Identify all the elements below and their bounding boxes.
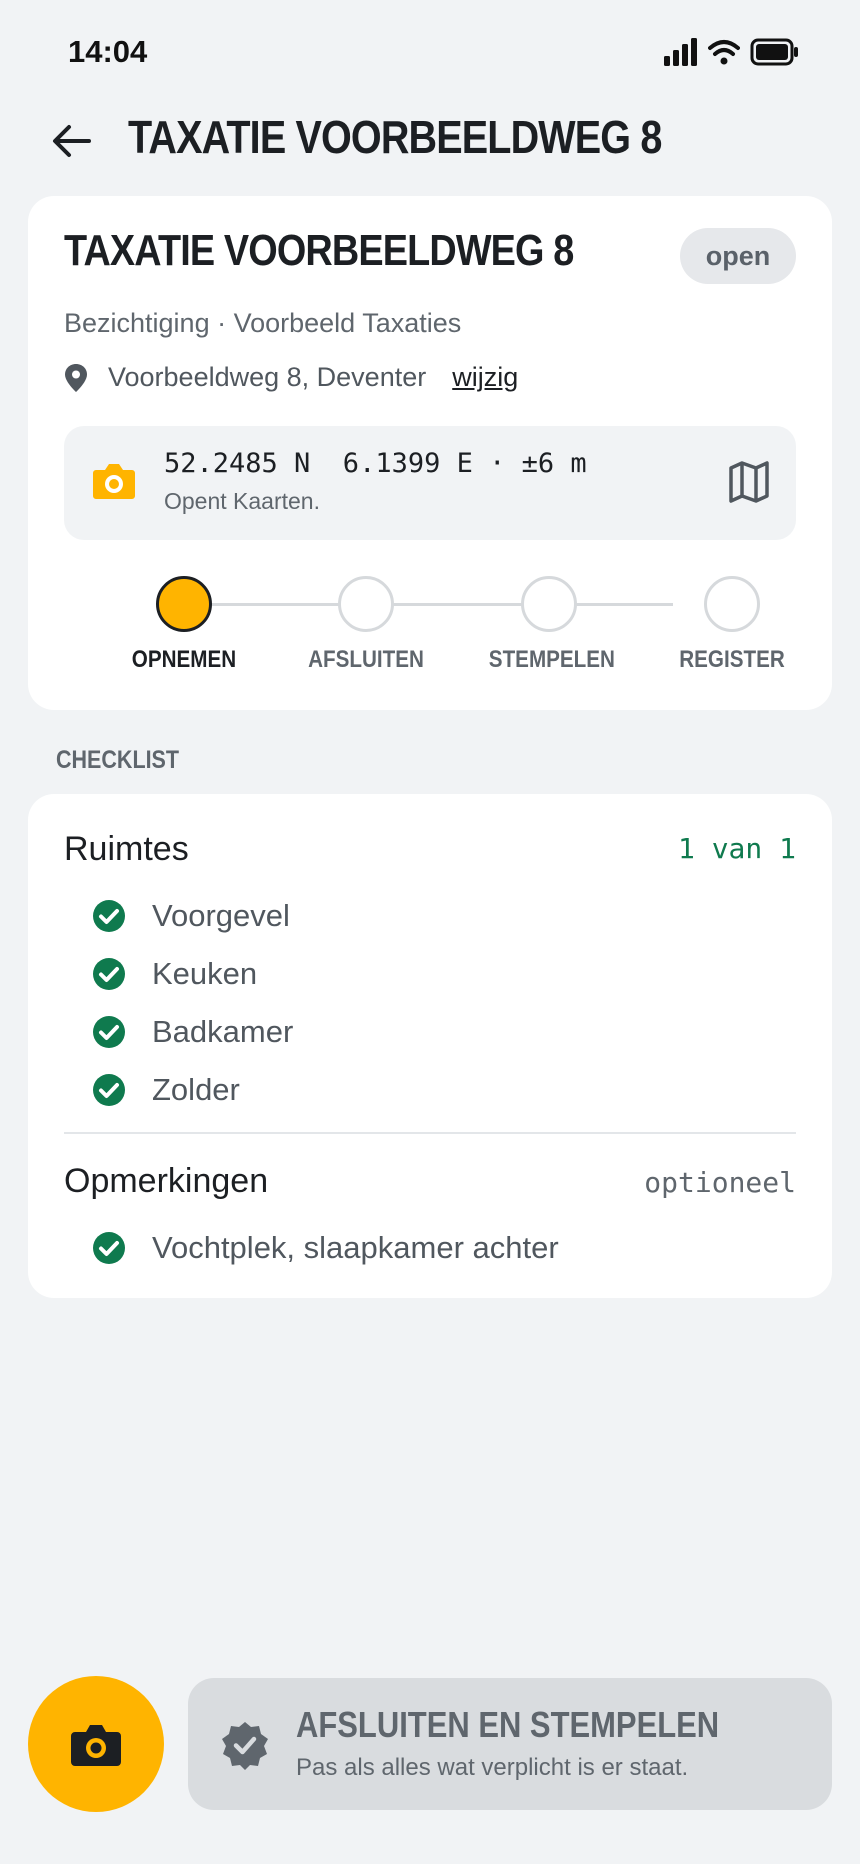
step-label: STEMPELEN <box>488 646 615 673</box>
check-circle-icon <box>93 1016 125 1048</box>
gps-coordinates: 52.2485 N 6.1399 E · ±6 m <box>164 448 587 479</box>
list-item[interactable]: Voorgevel <box>92 898 290 934</box>
camera-icon <box>71 1725 121 1766</box>
page-title: TAXATIE VOORBEELDWEG 8 <box>128 111 662 163</box>
status-badge: open <box>680 228 796 284</box>
list-item-label: Voorgevel <box>152 898 290 933</box>
remarks-optional-label: optioneel <box>644 1166 796 1199</box>
camera-button[interactable] <box>28 1676 164 1812</box>
progress-stepper: OPNEMEN AFSLUITEN STEMPELEN REGISTER <box>28 576 832 686</box>
checklist-card: Ruimtes 1 van 1 Voorgevel Keuken Badkame… <box>28 794 832 1298</box>
list-item-label: Keuken <box>152 956 258 991</box>
list-item[interactable]: Keuken <box>92 956 257 992</box>
close-and-stamp-button[interactable]: AFSLUITEN EN STEMPELEN Pas als alles wat… <box>188 1678 832 1810</box>
back-button[interactable] <box>44 114 98 168</box>
card-subtitle: Bezichtiging · Voorbeeld Taxaties <box>64 308 462 338</box>
list-item-label: Badkamer <box>152 1014 294 1049</box>
gps-note: Opent Kaarten. <box>164 488 320 514</box>
wifi-icon <box>708 40 740 65</box>
camera-icon <box>93 464 135 499</box>
taxation-card: TAXATIE VOORBEELDWEG 8 open Bezichtiging… <box>28 196 832 710</box>
step-register[interactable]: REGISTER <box>662 576 802 674</box>
step-dot-active <box>156 576 212 632</box>
address-row: Voorbeeldweg 8, Deventer wijzig <box>64 362 518 393</box>
signal-icon <box>664 38 697 66</box>
list-item-label: Zolder <box>152 1072 240 1107</box>
rooms-count: 1 van 1 <box>677 832 796 865</box>
action-subtitle: Pas als alles wat verplicht is er staat. <box>296 1754 689 1781</box>
list-item-label: Vochtplek, slaapkamer achter <box>152 1230 559 1265</box>
step-afsluiten[interactable]: AFSLUITEN <box>296 576 436 674</box>
list-item[interactable]: Badkamer <box>92 1014 293 1050</box>
step-label: REGISTER <box>679 646 785 673</box>
rooms-group-title: Ruimtes <box>64 830 189 868</box>
check-circle-icon <box>93 1232 125 1264</box>
map-icon[interactable] <box>728 460 770 504</box>
address-text: Voorbeeldweg 8, Deventer <box>108 362 427 392</box>
app-header: TAXATIE VOORBEELDWEG 8 <box>0 104 860 190</box>
battery-icon <box>750 38 798 66</box>
action-title: AFSLUITEN EN STEMPELEN <box>296 1704 720 1745</box>
card-title: TAXATIE VOORBEELDWEG 8 <box>64 226 574 275</box>
step-dot <box>521 576 577 632</box>
edit-address-link[interactable]: wijzig <box>452 362 518 393</box>
list-item[interactable]: Zolder <box>92 1072 240 1108</box>
check-circle-icon <box>93 958 125 990</box>
checklist-section-label: CHECKLIST <box>56 746 180 774</box>
list-item[interactable]: Vochtplek, slaapkamer achter <box>92 1230 559 1266</box>
status-bar: 14:04 <box>0 0 860 104</box>
check-circle-icon <box>93 900 125 932</box>
step-opnemen[interactable]: OPNEMEN <box>114 576 254 674</box>
verified-badge-icon <box>222 1722 268 1770</box>
step-dot <box>338 576 394 632</box>
step-label: OPNEMEN <box>131 646 237 673</box>
divider <box>64 1132 796 1134</box>
status-time: 14:04 <box>68 34 148 69</box>
check-circle-icon <box>93 1074 125 1106</box>
remarks-group-title: Opmerkingen <box>64 1162 269 1200</box>
step-stempelen[interactable]: STEMPELEN <box>479 576 619 674</box>
arrow-left-icon <box>53 125 91 157</box>
step-label: AFSLUITEN <box>308 646 424 673</box>
step-dot <box>704 576 760 632</box>
gps-location-box[interactable]: 52.2485 N 6.1399 E · ±6 m Opent Kaarten. <box>64 426 796 540</box>
status-icons <box>664 38 800 66</box>
location-pin-icon <box>65 363 87 392</box>
